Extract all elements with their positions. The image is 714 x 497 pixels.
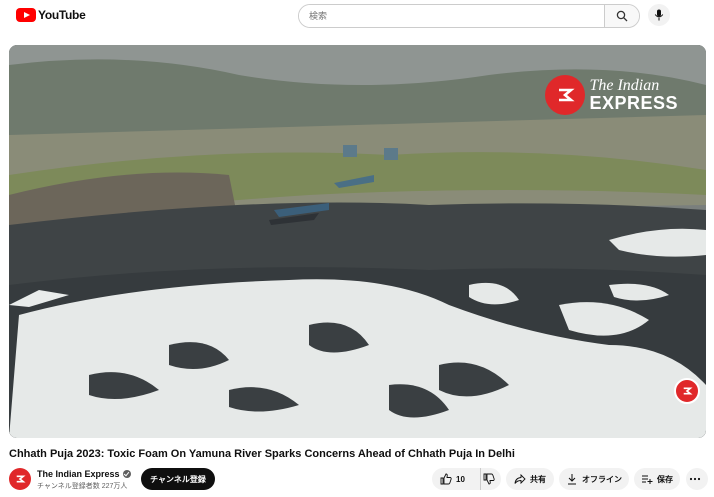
voice-search-button[interactable] bbox=[648, 4, 670, 26]
share-icon bbox=[514, 473, 526, 485]
channel-name: The Indian Express bbox=[37, 469, 120, 479]
like-count: 10 bbox=[456, 474, 465, 484]
brand-line1: The Indian bbox=[589, 77, 660, 94]
save-button[interactable]: 保存 bbox=[634, 468, 680, 490]
channel-name-link[interactable]: The Indian Express bbox=[37, 469, 131, 479]
share-button[interactable]: 共有 bbox=[506, 468, 554, 490]
video-title: Chhath Puja 2023: Toxic Foam On Yamuna R… bbox=[9, 448, 515, 460]
mic-icon bbox=[654, 9, 664, 21]
video-player[interactable]: The Indian EXPRESS bbox=[9, 45, 706, 438]
subscribe-button[interactable]: チャンネル登録 bbox=[141, 468, 215, 490]
save-label: 保存 bbox=[657, 474, 673, 484]
indian-express-logo-icon bbox=[545, 75, 586, 115]
logo-text: YouTube bbox=[38, 8, 86, 22]
more-actions-button[interactable] bbox=[686, 468, 708, 490]
verified-icon bbox=[122, 470, 131, 478]
search-input[interactable] bbox=[299, 5, 604, 27]
channel-watermark-logo: The Indian EXPRESS bbox=[545, 75, 678, 115]
search-box bbox=[298, 4, 640, 28]
youtube-play-icon bbox=[16, 8, 36, 22]
search-icon bbox=[616, 10, 628, 22]
like-dislike-group: 10 bbox=[432, 468, 501, 490]
offline-label: オフライン bbox=[582, 474, 622, 484]
like-button[interactable]: 10 bbox=[432, 468, 481, 490]
youtube-logo[interactable]: YouTube bbox=[16, 8, 86, 22]
dislike-button[interactable] bbox=[481, 473, 501, 485]
thumbs-up-icon bbox=[440, 473, 452, 485]
channel-corner-watermark-icon[interactable] bbox=[674, 378, 700, 404]
more-horizontal-icon bbox=[689, 477, 701, 481]
brand-line2: EXPRESS bbox=[589, 93, 678, 113]
channel-avatar[interactable] bbox=[9, 468, 31, 490]
search-button[interactable] bbox=[604, 5, 639, 27]
top-bar: YouTube bbox=[0, 0, 714, 32]
thumbs-down-icon bbox=[483, 473, 495, 485]
share-label: 共有 bbox=[530, 474, 546, 484]
download-icon bbox=[568, 474, 576, 485]
download-offline-button[interactable]: オフライン bbox=[559, 468, 629, 490]
subscriber-count: チャンネル登録者数 227万人 bbox=[37, 483, 128, 490]
playlist-add-icon bbox=[642, 475, 653, 484]
